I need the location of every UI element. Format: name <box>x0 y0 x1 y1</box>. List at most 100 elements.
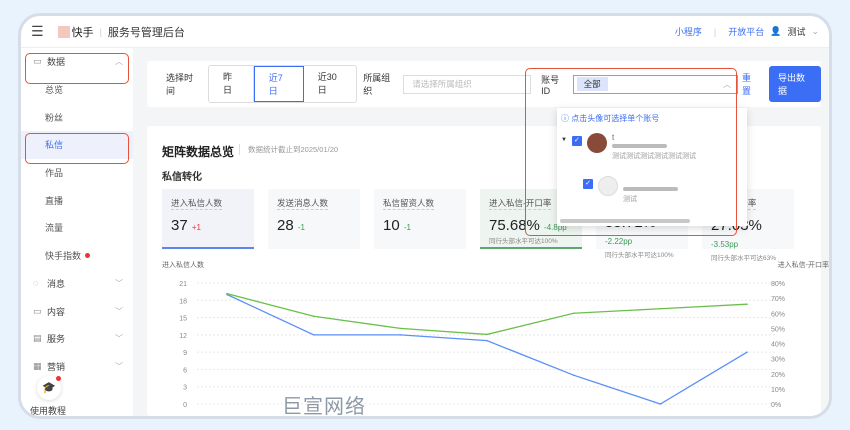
y-tick-label: 3 <box>183 385 187 392</box>
sidebar-item[interactable]: ▦ 营销 ﹀ <box>21 353 133 381</box>
highlight-box <box>525 68 737 236</box>
brand-name: 快手 <box>71 26 94 39</box>
menu-toggle-icon[interactable]: ☰ <box>31 23 44 40</box>
data-point <box>572 374 575 376</box>
open-platform-link[interactable]: 开放平台 <box>728 25 764 38</box>
sidebar-item-label: 服务 <box>47 334 66 345</box>
badge-dot <box>85 253 91 259</box>
data-point <box>312 334 315 336</box>
app-window: ☰ 快手 | 服务号管理后台 小程序 | 开放平台 👤 测试 ⌄ ▭ 数据 ︿ 总览 粉丝… <box>18 13 832 419</box>
y-tick-label: 0 <box>183 402 187 409</box>
y-tick-label: 21 <box>179 281 187 288</box>
y-tick-label: 9 <box>183 350 187 357</box>
data-point <box>226 292 228 295</box>
data-point <box>572 312 575 315</box>
mini-program-link[interactable]: 小程序 <box>675 25 702 38</box>
y-tick-label: 15 <box>179 316 187 323</box>
kpi-delta: -1 <box>403 223 411 232</box>
card-title: 矩阵数据总览 <box>162 145 235 159</box>
y2-tick-label: 20% <box>771 372 785 379</box>
sidebar-item-label: 作品 <box>45 168 64 179</box>
data-point <box>746 303 748 305</box>
time-option-yesterday[interactable]: 昨日 <box>209 66 254 102</box>
time-segment: 昨日 近7日 近30日 <box>207 65 358 103</box>
chevron-down-icon[interactable]: ⌄ <box>811 26 819 37</box>
sidebar-item-label: 流量 <box>45 223 64 234</box>
service-icon: ▤ <box>33 333 42 344</box>
sidebar-item-label: 总览 <box>45 85 64 96</box>
sidebar-item[interactable]: ◌ 消息 ﹀ <box>21 270 133 298</box>
sidebar-item-label: 快手指数 <box>45 251 82 262</box>
sidebar-item-label: 营销 <box>47 361 66 372</box>
y2-tick-label: 70% <box>771 296 785 303</box>
sidebar-item[interactable]: 快手指数 <box>21 242 133 270</box>
user-icon: 👤 <box>770 26 782 36</box>
kpi-value: 10 <box>383 217 400 234</box>
chevron-icon: ﹀ <box>115 306 123 316</box>
data-point <box>659 307 662 310</box>
data-point <box>746 351 748 353</box>
y2-tick-label: 0% <box>771 402 781 409</box>
y-axis-title: 进入私信人数 <box>162 261 204 269</box>
time-option-7d[interactable]: 近7日 <box>253 66 304 102</box>
sidebar-item[interactable]: ▭ 内容 ﹀ <box>21 297 133 325</box>
kpi-delta: -2.22pp <box>605 237 633 246</box>
series-line-0 <box>226 293 748 405</box>
sidebar-item-label: 粉丝 <box>45 112 64 123</box>
kpi-note: 同行头部水平可达100% <box>605 252 674 259</box>
trend-chart: 进入私信人数 进入私信-开口率 21 18 15 12 9 6 3 0 80% 70% 60% 50% 40… <box>162 261 829 409</box>
highlight-box <box>25 53 129 84</box>
sidebar: ▭ 数据 ︿ 总览 粉丝 私信 作品 直播 流量 快手指数 ◌ 消息 ﹀ ▭ 内容 ﹀ ▤ 服务 ﹀ ▦ 营销 ﹀ <box>21 48 133 416</box>
time-option-30d[interactable]: 近30日 <box>304 66 356 102</box>
app-title: 服务号管理后台 <box>107 26 185 39</box>
sidebar-item-label: 直播 <box>45 195 64 206</box>
kpi-card[interactable]: 发送消息人数 28 -1 <box>268 189 360 249</box>
y-tick-label: 18 <box>179 298 187 305</box>
sidebar-item[interactable]: 直播 <box>21 186 133 214</box>
sidebar-item[interactable]: 流量 <box>21 214 133 242</box>
chevron-icon: ﹀ <box>115 334 123 344</box>
data-point <box>399 327 402 330</box>
y2-tick-label: 60% <box>771 311 785 318</box>
org-label: 所属组织 <box>363 73 391 96</box>
y-tick-label: 12 <box>179 333 187 340</box>
sidebar-item-label: 消息 <box>47 278 66 289</box>
tutorial-icon[interactable]: 🎓 <box>37 376 61 400</box>
message-icon: ◌ <box>33 278 39 289</box>
data-point <box>312 315 315 318</box>
y2-tick-label: 30% <box>771 357 785 364</box>
export-button[interactable]: 导出数据 <box>769 66 821 102</box>
data-point <box>486 333 488 336</box>
top-header: ☰ 快手 | 服务号管理后台 小程序 | 开放平台 👤 测试 ⌄ <box>21 16 829 48</box>
data-point <box>399 334 402 336</box>
sidebar-item-label: 内容 <box>47 306 66 317</box>
logo <box>57 25 70 38</box>
kpi-delta: -1 <box>297 223 305 232</box>
grid-icon: ▦ <box>33 360 42 371</box>
chevron-icon: ﹀ <box>115 278 123 288</box>
kpi-card[interactable]: 进入私信人数 37 +1 <box>162 189 254 249</box>
user-name[interactable]: 测试 <box>787 25 805 38</box>
reset-button[interactable]: 重置 <box>742 71 759 97</box>
kpi-label: 进入私信人数 <box>171 198 223 210</box>
video-icon: ▭ <box>33 305 42 316</box>
section-title: 私信转化 <box>162 172 202 183</box>
data-point <box>659 403 662 405</box>
kpi-value: 28 <box>277 217 294 234</box>
kpi-value: 37 <box>171 217 188 234</box>
kpi-delta: -3.53pp <box>711 240 739 249</box>
kpi-label: 发送消息人数 <box>277 198 329 210</box>
kpi-card[interactable]: 私信留资人数 10 -1 <box>374 189 466 249</box>
sidebar-item[interactable]: 粉丝 <box>21 103 133 131</box>
watermark: 巨宣网络 <box>282 396 366 418</box>
chevron-icon: ﹀ <box>115 361 123 371</box>
highlight-box <box>25 133 129 164</box>
y2-tick-label: 40% <box>771 342 785 349</box>
sidebar-item[interactable]: ▤ 服务 ﹀ <box>21 325 133 353</box>
tutorial-label[interactable]: 使用教程 <box>30 404 66 416</box>
y2-tick-label: 10% <box>771 387 785 394</box>
y2-tick-label: 50% <box>771 326 785 333</box>
kpi-note: 同行头部水平可达100% <box>489 238 558 245</box>
org-select[interactable]: 请选择所属组织 <box>403 74 532 94</box>
y2-tick-label: 80% <box>771 281 785 288</box>
